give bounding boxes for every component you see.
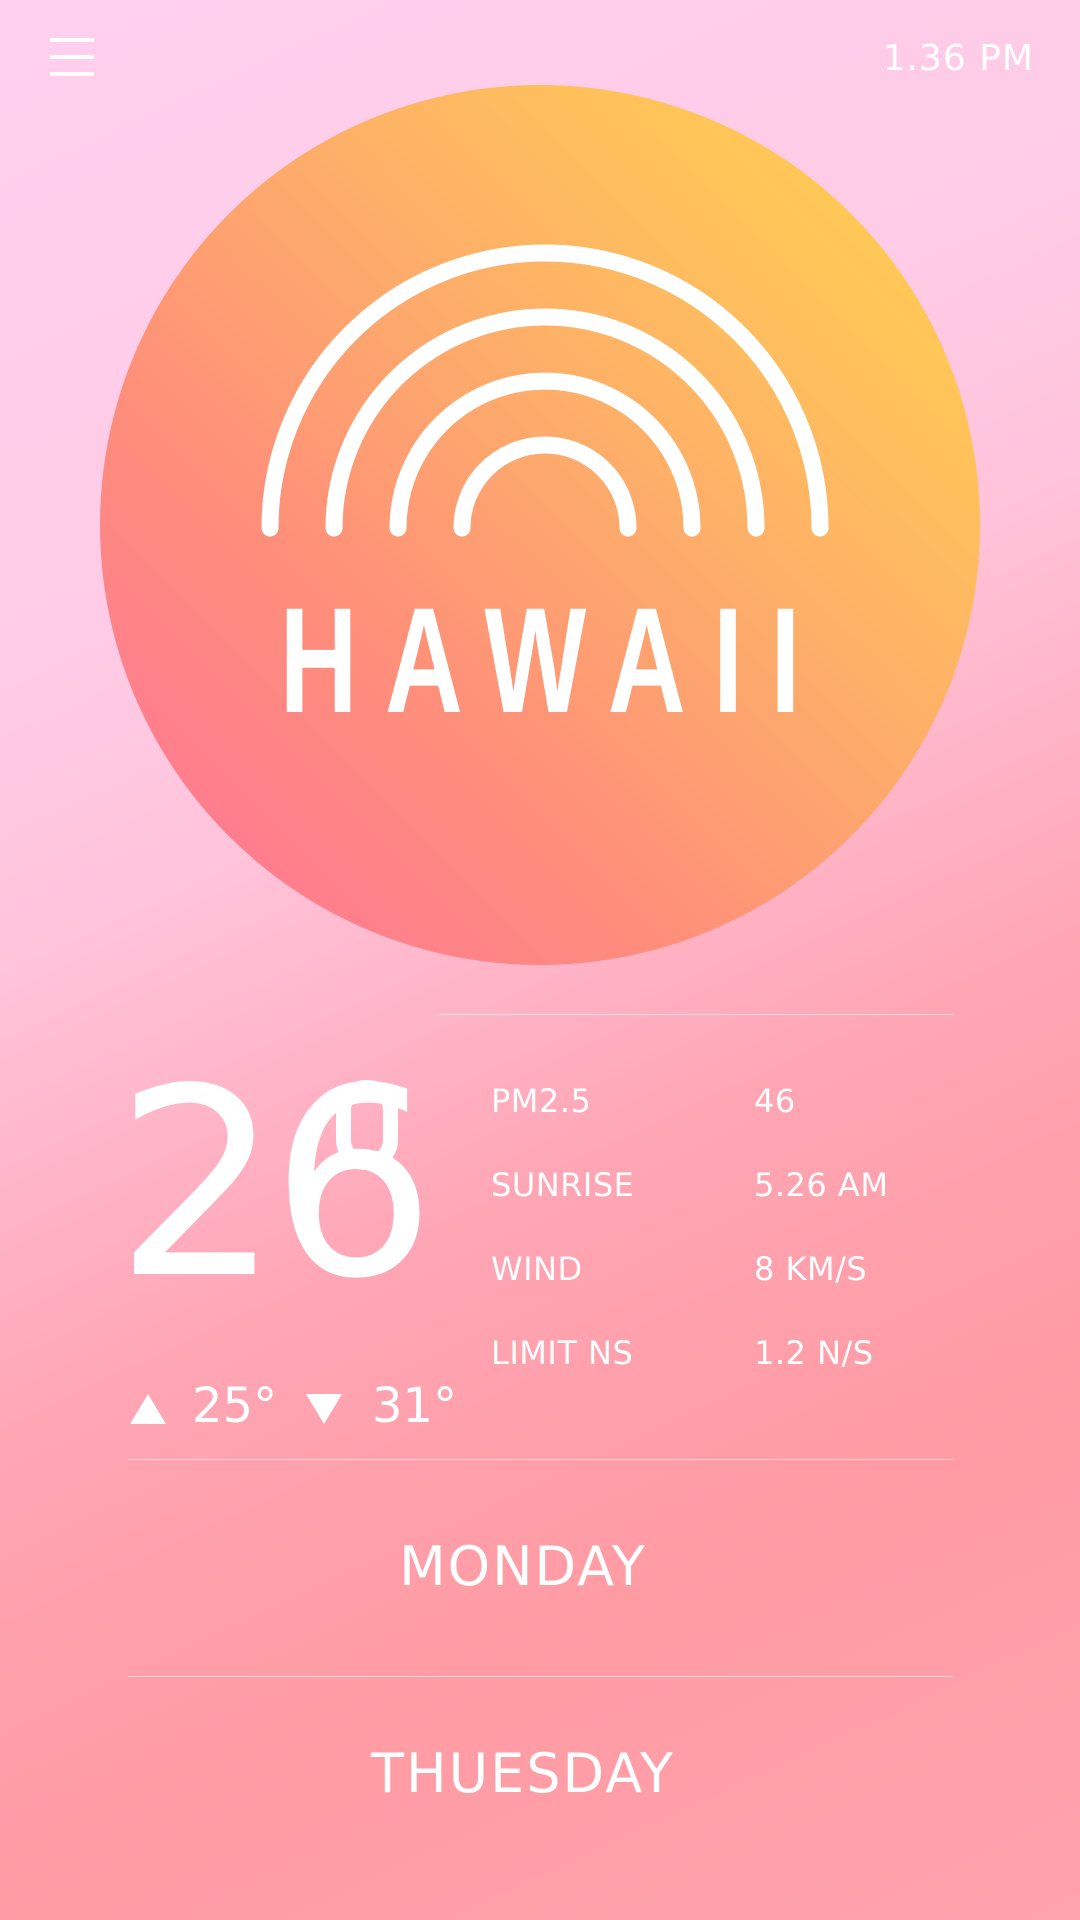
degree-symbol xyxy=(336,1080,398,1170)
stat-label: WIND xyxy=(491,1250,583,1288)
status-time: 1.36 PM xyxy=(882,38,1034,79)
divider xyxy=(128,1459,954,1460)
weather-stats: PM2.5 46 SUNRISE 5.26 AM WIND 8 KM/S LIM… xyxy=(491,1082,951,1418)
triangle-up-icon xyxy=(130,1394,166,1424)
divider xyxy=(128,1676,954,1677)
stat-value: 1.2 N/S xyxy=(754,1334,874,1372)
stat-value: 46 xyxy=(754,1082,796,1120)
stat-row-limit-ns: LIMIT NS 1.2 N/S xyxy=(491,1334,951,1418)
stat-label: LIMIT NS xyxy=(491,1334,634,1372)
forecast-day-tuesday[interactable]: THUESDAY xyxy=(128,1742,918,1805)
stat-row-pm25: PM2.5 46 xyxy=(491,1082,951,1166)
city-name: HAWAII xyxy=(279,576,828,744)
stat-row-sunrise: SUNRISE 5.26 AM xyxy=(491,1166,951,1250)
triangle-down-icon xyxy=(306,1394,342,1424)
stat-label: SUNRISE xyxy=(491,1166,635,1204)
hamburger-menu-icon[interactable] xyxy=(50,38,94,78)
menu-line xyxy=(50,38,94,42)
menu-line xyxy=(50,72,94,76)
rainbow-icon xyxy=(261,244,829,537)
stat-value: 5.26 AM xyxy=(754,1166,889,1204)
stat-label: PM2.5 xyxy=(491,1082,592,1120)
divider xyxy=(438,1014,954,1015)
forecast-day-monday[interactable]: MONDAY xyxy=(128,1535,918,1598)
stat-value: 8 KM/S xyxy=(754,1250,868,1288)
min-temperature: 25° xyxy=(192,1378,278,1434)
stat-row-wind: WIND 8 KM/S xyxy=(491,1250,951,1334)
weather-circle: HAWAII xyxy=(100,85,980,965)
max-temperature: 31° xyxy=(372,1378,458,1434)
menu-line xyxy=(50,55,94,59)
